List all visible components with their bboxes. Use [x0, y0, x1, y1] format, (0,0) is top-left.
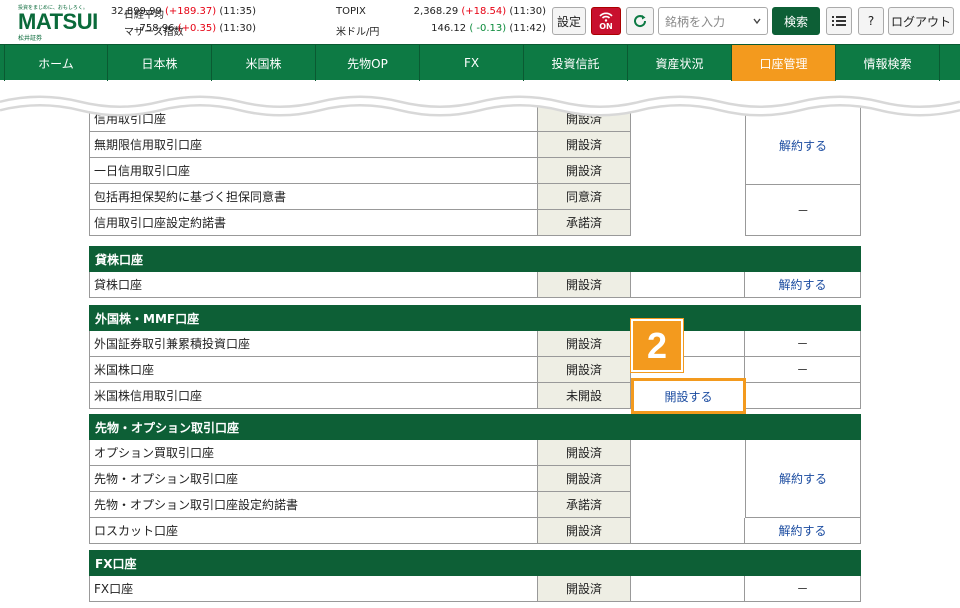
quote-name: 米ドル/円: [336, 27, 380, 38]
account-name: 先物・オプション取引口座: [90, 466, 538, 491]
refresh-button[interactable]: [626, 7, 654, 35]
nav-account-management[interactable]: 口座管理: [732, 45, 836, 81]
main-nav: ホーム 日本株 米国株 先物OP FX 投資信託 資産状況 口座管理 情報検索: [0, 44, 960, 81]
account-name: 貸株口座: [90, 272, 538, 297]
quote-value: 758.96 (+0.35) (11:30): [139, 23, 256, 34]
nav-assets[interactable]: 資産状況: [628, 45, 732, 81]
action-cell: 解約する: [745, 440, 860, 518]
nav-us-stocks[interactable]: 米国株: [212, 45, 316, 81]
quote-value: 2,368.29 (+18.54) (11:30): [413, 6, 546, 17]
action-cell: 解約する: [745, 518, 860, 543]
action-cell: －: [745, 185, 860, 236]
open-account-highlight: 開設する: [631, 378, 746, 414]
nav-japan-stocks[interactable]: 日本株: [108, 45, 212, 81]
top-header: 投資をまじめに、おもしろく。 MATSUI 松井証券 日経平均 32,899.9…: [0, 0, 960, 44]
account-name: 米国株口座: [90, 357, 538, 382]
empty-cell: [745, 383, 860, 408]
account-status: 開設済: [538, 440, 631, 465]
account-status: 開設済: [538, 357, 631, 382]
on-label: ON: [599, 21, 613, 31]
symbol-search-input[interactable]: 銘柄を入力: [658, 7, 768, 35]
action-dash: －: [796, 363, 809, 377]
quote-name: TOPIX: [336, 6, 366, 17]
cancel-link-futures[interactable]: 解約する: [779, 470, 827, 487]
settings-button[interactable]: 設定: [552, 7, 586, 35]
nav-fx[interactable]: FX: [420, 45, 524, 81]
nav-home[interactable]: ホーム: [4, 45, 108, 81]
empty-cell: [631, 518, 745, 543]
table-row: 貸株口座 開設済 解約する: [89, 272, 861, 298]
chevron-down-icon: [753, 18, 761, 25]
market-quotes: 日経平均 32,899.99 (+189.37) (11:35) TOPIX 2…: [111, 4, 546, 40]
cancel-link-lending[interactable]: 解約する: [778, 276, 826, 293]
action-cell: 解約する: [745, 272, 860, 297]
torn-edge-separator: [0, 88, 960, 117]
action-cell: －: [745, 357, 860, 382]
table-row: ロスカット口座 開設済 解約する: [89, 518, 861, 544]
account-name: オプション買取引口座: [90, 440, 538, 465]
account-name: 外国証券取引兼累積投資口座: [90, 331, 538, 356]
search-button[interactable]: 検索: [772, 7, 820, 35]
account-name: 先物・オプション取引口座設定約諾書: [90, 492, 538, 517]
merged-empty-cell: [630, 106, 745, 236]
account-name: ロスカット口座: [90, 518, 538, 543]
action-dash: －: [796, 337, 809, 351]
empty-cell: [631, 272, 745, 297]
step-badge: 2: [630, 318, 684, 373]
help-button[interactable]: ?: [858, 7, 884, 35]
account-status: 承諾済: [538, 492, 631, 517]
matsui-logo[interactable]: 投資をまじめに、おもしろく。 MATSUI 松井証券: [18, 4, 98, 42]
account-status: 開設済: [538, 331, 631, 356]
account-status: 開設済: [538, 272, 631, 297]
account-status: 開設済: [538, 518, 631, 543]
account-name: 信用取引口座設定約諾書: [90, 210, 538, 235]
cancel-link-losscut[interactable]: 解約する: [778, 522, 826, 539]
section-header: FX口座: [89, 550, 861, 576]
account-status: 開設済: [538, 132, 631, 157]
table-row: 外国証券取引兼累積投資口座 開設済 －: [89, 331, 861, 357]
empty-cell: [631, 576, 745, 601]
quote-value: 146.12 ( -0.13) (11:42): [431, 23, 546, 34]
account-name: 一日信用取引口座: [90, 158, 538, 183]
nav-investment-trusts[interactable]: 投資信託: [524, 45, 628, 81]
menu-button[interactable]: [826, 7, 852, 35]
account-name: FX口座: [90, 576, 538, 601]
logo-wordmark: MATSUI: [18, 9, 98, 34]
section-header: 外国株・MMF口座: [89, 305, 861, 331]
quote-row: マザーズ指数 758.96 (+0.35) (11:30) 米ドル/円 146.…: [124, 23, 546, 39]
table-row: FX口座 開設済 －: [89, 576, 861, 602]
open-us-margin-account-link[interactable]: 開設する: [664, 388, 712, 405]
account-status: 承諾済: [538, 210, 631, 235]
logo-subtitle: 松井証券: [18, 35, 43, 42]
account-status: 同意済: [538, 184, 631, 209]
list-menu-icon: [832, 16, 846, 26]
account-status: 開設済: [538, 466, 631, 491]
action-dash: －: [796, 582, 809, 596]
section-header: 貸株口座: [89, 246, 861, 272]
refresh-icon: [634, 15, 647, 28]
action-cell: －: [745, 331, 860, 356]
signal-icon: [599, 11, 613, 22]
section-header: 先物・オプション取引口座: [89, 414, 861, 440]
quote-row: 日経平均 32,899.99 (+189.37) (11:35) TOPIX 2…: [111, 6, 546, 22]
account-status: 未開設: [538, 383, 631, 408]
nav-info-search[interactable]: 情報検索: [836, 45, 940, 81]
action-cell: －: [745, 576, 860, 601]
quote-value: 32,899.99 (+189.37) (11:35): [110, 6, 256, 17]
account-name: 米国株信用取引口座: [90, 383, 538, 408]
merged-empty-cell: [630, 440, 745, 518]
search-placeholder: 銘柄を入力: [665, 14, 726, 29]
action-dash: －: [796, 203, 809, 218]
logout-button[interactable]: ログアウト: [888, 7, 954, 35]
account-name: 包括再担保契約に基づく担保同意書: [90, 184, 538, 209]
nav-futures-options[interactable]: 先物OP: [316, 45, 420, 81]
account-name: 無期限信用取引口座: [90, 132, 538, 157]
account-status: 開設済: [538, 158, 631, 183]
realtime-on-toggle[interactable]: ON: [591, 7, 621, 35]
cancel-link-margin[interactable]: 解約する: [779, 137, 827, 154]
account-status: 開設済: [538, 576, 631, 601]
